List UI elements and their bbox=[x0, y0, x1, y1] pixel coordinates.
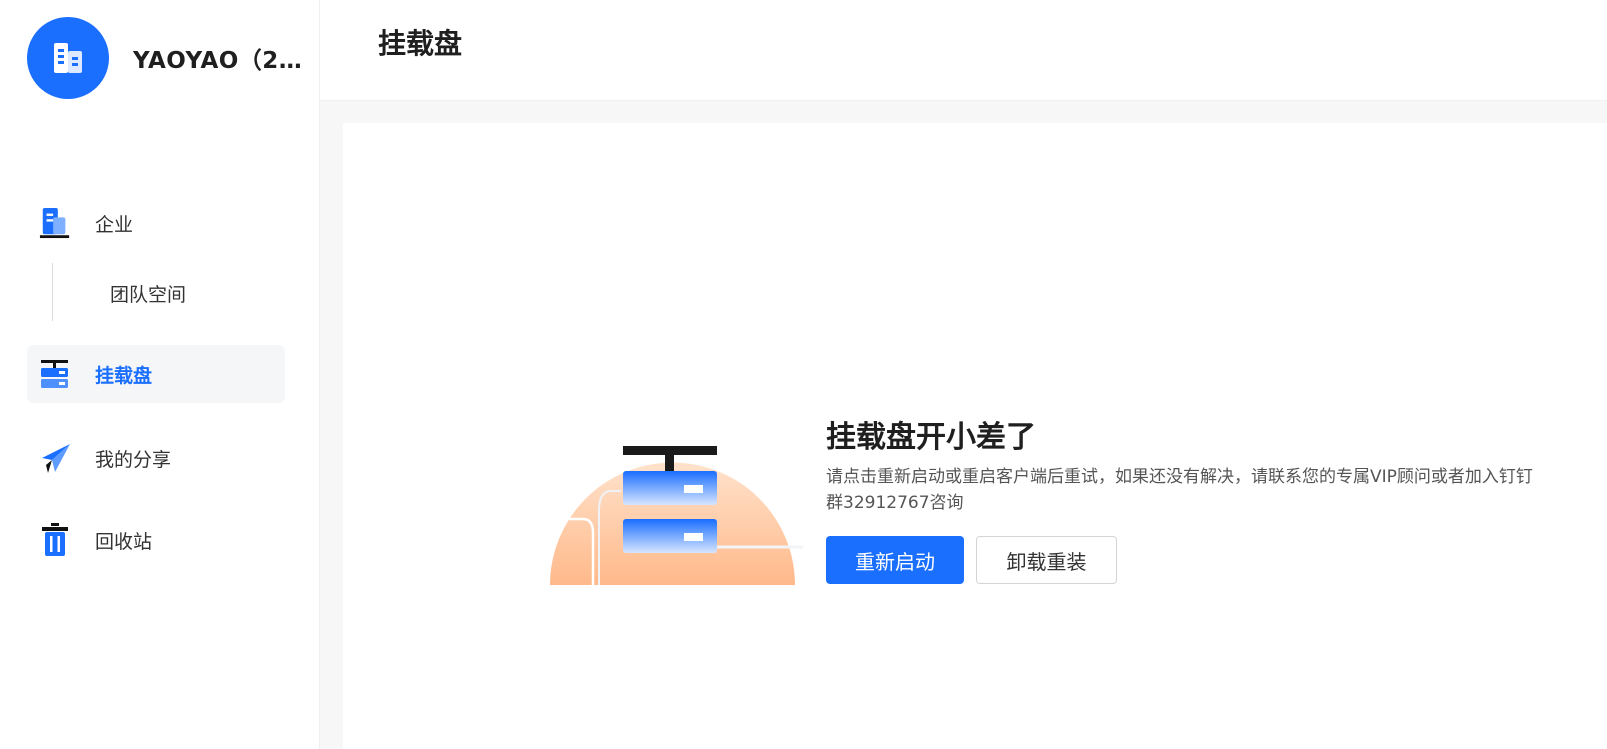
server-error-illustration bbox=[535, 441, 815, 591]
error-block: 挂载盘开小差了 请点击重新启动或重启客户端后重试，如果还没有解决，请联系您的专属… bbox=[826, 418, 1546, 584]
restart-button[interactable]: 重新启动 bbox=[826, 536, 964, 584]
building-icon bbox=[54, 43, 82, 73]
sidebar-item-label: 企业 bbox=[95, 213, 134, 236]
org-header[interactable]: YAOYAO（2... bbox=[27, 17, 303, 99]
sidebar-item-recycle-bin[interactable]: 回收站 bbox=[27, 511, 285, 569]
reinstall-button[interactable]: 卸载重装 bbox=[976, 536, 1117, 584]
sidebar-item-label: 回收站 bbox=[95, 530, 153, 553]
building-icon bbox=[39, 205, 71, 241]
page-title: 挂载盘 bbox=[378, 27, 463, 60]
sidebar-item-enterprise[interactable]: 企业 bbox=[27, 194, 285, 252]
sidebar-subitem-team-space[interactable]: 团队空间 bbox=[110, 280, 186, 307]
main-panel: 挂载盘开小差了 请点击重新启动或重启客户端后重试，如果还没有解决，请联系您的专属… bbox=[343, 123, 1607, 749]
tree-line bbox=[52, 263, 53, 321]
org-avatar bbox=[27, 17, 109, 99]
app-window: YAOYAO（2... 企业 团队空间 挂载盘 我的分享 回收站 挂载盘 挂载盘… bbox=[0, 0, 1607, 749]
sidebar: YAOYAO（2... 企业 团队空间 挂载盘 我的分享 回收站 bbox=[0, 0, 320, 749]
sidebar-item-label: 挂载盘 bbox=[95, 364, 153, 387]
error-title: 挂载盘开小差了 bbox=[826, 420, 1036, 455]
sidebar-item-my-share[interactable]: 我的分享 bbox=[27, 429, 285, 487]
trash-icon bbox=[39, 522, 71, 558]
error-actions: 重新启动 卸载重装 bbox=[826, 536, 1546, 584]
page-header: 挂载盘 bbox=[320, 0, 1607, 101]
paper-plane-icon bbox=[39, 440, 71, 476]
sidebar-item-label: 我的分享 bbox=[95, 448, 172, 471]
sidebar-item-mounted-disk[interactable]: 挂载盘 bbox=[27, 345, 285, 403]
error-description: 请点击重新启动或重启客户端后重试，如果还没有解决，请联系您的专属VIP顾问或者加… bbox=[826, 467, 1533, 513]
server-icon bbox=[39, 356, 71, 392]
org-name: YAOYAO（2... bbox=[133, 48, 303, 74]
